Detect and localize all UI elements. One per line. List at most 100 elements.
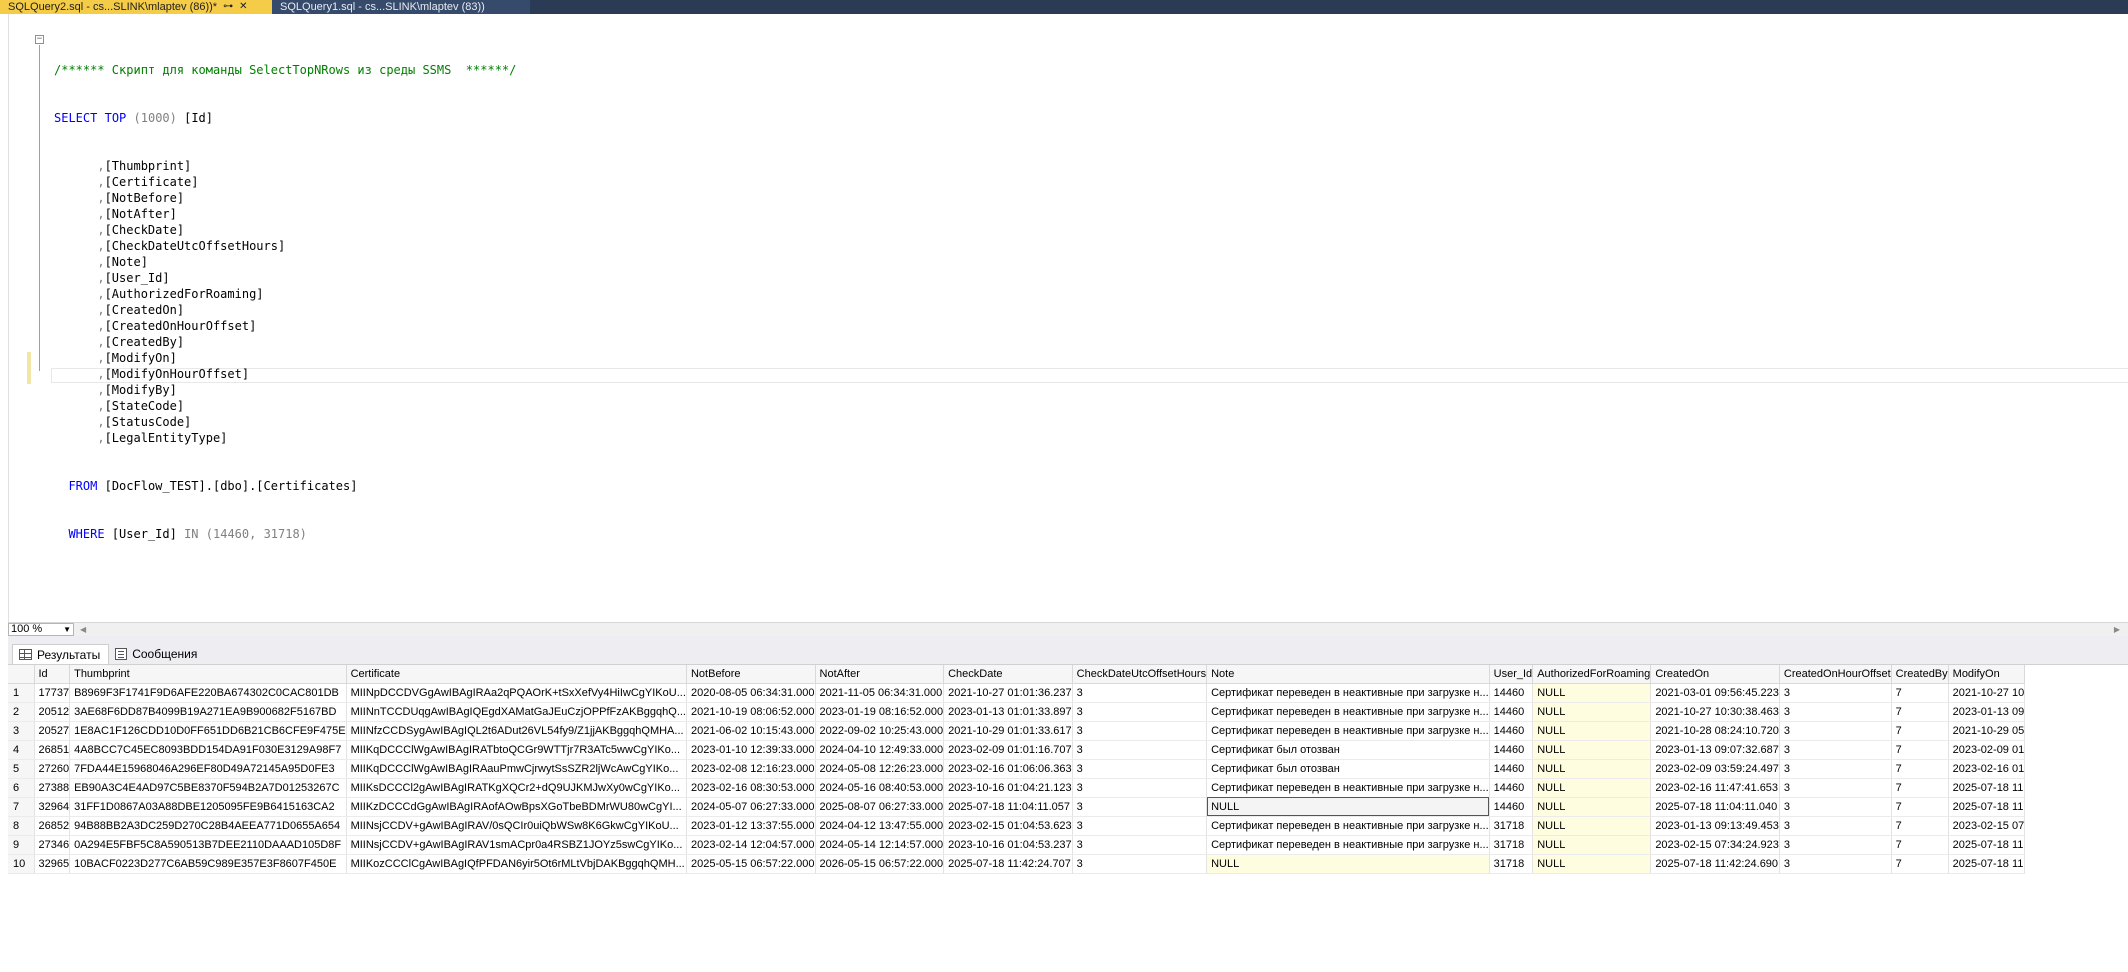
table-cell[interactable]: 2025-07-18 11:04:11.040 (1650, 797, 1780, 817)
table-cell[interactable]: MIIKqDCCClWgAwIBAgIRAauPmwCjrwytSsSZR2lj… (346, 759, 687, 779)
pin-icon[interactable]: ⊶ (223, 0, 233, 14)
table-cell[interactable]: 3 (1072, 740, 1208, 760)
table-cell[interactable]: 2026-05-15 06:57:22.000 (815, 854, 945, 874)
table-cell[interactable]: 2021-10-27 10 (1948, 683, 2026, 703)
table-cell[interactable]: 27260 (34, 759, 71, 779)
table-cell[interactable]: 3 (1779, 721, 1892, 741)
row-number[interactable]: 10 (8, 854, 35, 874)
table-cell[interactable]: 7 (1891, 854, 1949, 874)
table-cell[interactable]: 14460 (1489, 797, 1534, 817)
table-cell[interactable]: 31718 (1489, 854, 1534, 874)
table-cell[interactable]: Сертификат был отозван (1206, 740, 1490, 760)
row-number[interactable]: 8 (8, 816, 35, 836)
table-cell[interactable]: 3 (1072, 683, 1208, 703)
column-header[interactable]: CreatedOn (1650, 665, 1780, 684)
table-cell[interactable]: 14460 (1489, 721, 1534, 741)
table-cell[interactable]: 32964 (34, 797, 71, 817)
table-cell[interactable]: 2021-10-27 01:01:36.237 (943, 683, 1073, 703)
table-cell[interactable]: MIIKqDCCClWgAwIBAgIRATbtoQCGr9WTTjr7R3AT… (346, 740, 687, 760)
table-cell[interactable]: 2025-07-18 11:42:24.707 (943, 854, 1073, 874)
table-cell[interactable]: 3 (1779, 778, 1892, 798)
table-cell[interactable]: 3 (1072, 721, 1208, 741)
table-row[interactable]: 2 20512 3AE68F6DD87B4099B19A271EA9B900682F… (8, 702, 2026, 722)
table-cell[interactable]: Сертификат переведен в неактивные при за… (1206, 683, 1490, 703)
table-cell[interactable]: 2023-02-08 12:16:23.000 (686, 759, 816, 779)
tab-messages[interactable]: Сообщения (109, 644, 205, 664)
table-row[interactable]: 3 20527 1E8AC1F126CDD10D0FF651DD6B21CB6CFE… (8, 721, 2026, 741)
table-cell[interactable]: 2020-08-05 06:34:31.000 (686, 683, 816, 703)
table-cell[interactable]: 3 (1779, 854, 1892, 874)
column-header[interactable]: Certificate (346, 665, 687, 684)
table-cell[interactable]: 2021-03-01 09:56:45.223 (1650, 683, 1780, 703)
table-cell[interactable]: NULL (1206, 854, 1490, 874)
table-cell[interactable]: MIINsjCCDV+gAwIBAgIRAV/0sQCIr0uiQbWSw8K6… (346, 816, 687, 836)
tab-sqlquery2[interactable]: SQLQuery2.sql - cs...SLINK\mlaptev (86))… (0, 0, 272, 14)
table-cell[interactable]: 94B88BB2A3DC259D270C28B4AEEA771D0655A654 (69, 816, 347, 836)
table-cell[interactable]: 2023-10-16 01:04:21.123 (943, 778, 1073, 798)
table-cell[interactable]: 14460 (1489, 759, 1534, 779)
table-cell[interactable]: 7 (1891, 778, 1949, 798)
table-cell[interactable]: 2023-02-15 07:34:24.923 (1650, 835, 1780, 855)
table-row[interactable]: 4 26851 4A8BCC7C45EC8093BDD154DA91F030E312… (8, 740, 2026, 760)
sql-code[interactable]: /****** Скрипт для команды SelectTopNRow… (54, 30, 516, 574)
table-cell[interactable]: MIIKsDCCCl2gAwIBAgIRATKgXQCr2+dQ9UJKMJwX… (346, 778, 687, 798)
table-cell[interactable]: 20527 (34, 721, 71, 741)
table-cell[interactable]: 3AE68F6DD87B4099B19A271EA9B900682F5167BD (69, 702, 347, 722)
table-cell[interactable]: 2025-07-18 11:04:11.057 (943, 797, 1073, 817)
table-cell[interactable]: 2023-02-09 01:01:16.707 (943, 740, 1073, 760)
table-cell[interactable]: NULL (1532, 721, 1652, 741)
table-cell[interactable]: 2022-09-02 10:25:43.000 (815, 721, 945, 741)
table-cell[interactable]: 2025-05-15 06:57:22.000 (686, 854, 816, 874)
table-cell[interactable]: EB90A3C4E4AD97C5BE8370F594B2A7D01253267C (69, 778, 347, 798)
table-cell[interactable]: 2021-10-19 08:06:52.000 (686, 702, 816, 722)
table-cell[interactable]: 4A8BCC7C45EC8093BDD154DA91F030E3129A98F7 (69, 740, 347, 760)
table-cell[interactable]: NULL (1532, 683, 1652, 703)
table-cell[interactable]: 31718 (1489, 835, 1534, 855)
table-cell[interactable]: NULL (1532, 835, 1652, 855)
table-cell[interactable]: 2024-05-08 12:26:23.000 (815, 759, 945, 779)
column-header[interactable]: Id (34, 665, 71, 684)
table-cell[interactable]: 2021-11-05 06:34:31.000 (815, 683, 945, 703)
column-header[interactable]: CreatedBy (1891, 665, 1949, 684)
scroll-left-icon[interactable]: ◀ (80, 625, 86, 634)
table-cell[interactable]: 3 (1779, 702, 1892, 722)
table-cell[interactable]: 2025-07-18 11 (1948, 797, 2026, 817)
row-number[interactable]: 3 (8, 721, 35, 741)
row-number[interactable]: 4 (8, 740, 35, 760)
table-cell[interactable]: B8969F3F1741F9D6AFE220BA674302C0CAC801DB (69, 683, 347, 703)
table-cell[interactable]: NULL (1532, 702, 1652, 722)
table-cell[interactable]: MIINnTCCDUqgAwIBAgIQEgdXAMatGaJEuCzjOPPf… (346, 702, 687, 722)
table-cell[interactable]: 10BACF0223D277C6AB59C989E357E3F8607F450E (69, 854, 347, 874)
table-cell[interactable]: 7 (1891, 797, 1949, 817)
table-row[interactable]: 10 32965 10BACF0223D277C6AB59C989E357E3F86… (8, 854, 2026, 874)
table-cell[interactable]: 2023-01-13 09:13:49.453 (1650, 816, 1780, 836)
table-cell[interactable]: 2023-02-15 01:04:53.623 (943, 816, 1073, 836)
table-cell[interactable]: 3 (1779, 759, 1892, 779)
table-row[interactable]: 8 26852 94B88BB2A3DC259D270C28B4AEEA771D06… (8, 816, 2026, 836)
scroll-right-icon[interactable]: ▶ (2114, 625, 2120, 634)
row-number[interactable]: 7 (8, 797, 35, 817)
table-cell[interactable]: NULL (1532, 778, 1652, 798)
row-number[interactable]: 6 (8, 778, 35, 798)
column-header[interactable]: CheckDate (943, 665, 1073, 684)
table-cell[interactable]: NULL (1532, 740, 1652, 760)
table-cell[interactable]: 7 (1891, 740, 1949, 760)
column-header[interactable]: AuthorizedForRoaming (1532, 665, 1652, 684)
table-cell[interactable]: 2023-02-16 11:47:41.653 (1650, 778, 1780, 798)
results-grid[interactable]: Id Thumbprint Certificate NotBefore NotAfter… (8, 664, 2128, 972)
column-header[interactable]: User_Id (1489, 665, 1534, 684)
table-cell[interactable]: 3 (1072, 759, 1208, 779)
table-cell[interactable]: 2023-01-13 01:01:33.897 (943, 702, 1073, 722)
table-cell[interactable]: 3 (1072, 835, 1208, 855)
table-cell[interactable]: 7 (1891, 835, 1949, 855)
table-cell[interactable]: 2023-02-16 01:06:06.363 (943, 759, 1073, 779)
table-cell[interactable]: 2025-07-18 11 (1948, 835, 2026, 855)
table-cell[interactable]: 7 (1891, 759, 1949, 779)
table-cell[interactable]: 3 (1072, 854, 1208, 874)
column-header[interactable]: Note (1206, 665, 1490, 684)
table-cell[interactable]: 2023-01-13 09 (1948, 702, 2026, 722)
table-row[interactable]: 6 27388 EB90A3C4E4AD97C5BE8370F594B2A7D012… (8, 778, 2026, 798)
grid-corner[interactable] (8, 665, 35, 684)
table-cell[interactable]: 3 (1072, 816, 1208, 836)
table-cell[interactable]: 14460 (1489, 683, 1534, 703)
